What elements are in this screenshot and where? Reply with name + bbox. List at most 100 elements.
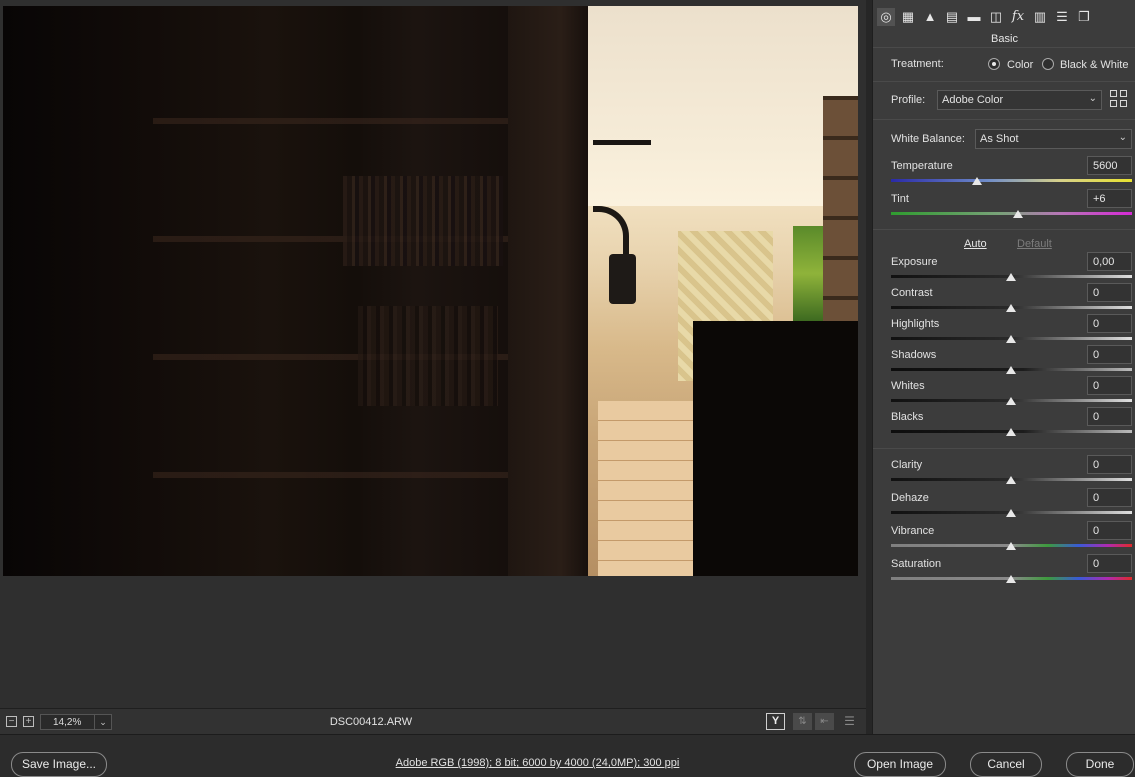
image-preview-area[interactable]	[0, 0, 866, 708]
photo-right-shelf	[823, 96, 858, 326]
contrast-slider-thumb[interactable]	[1006, 304, 1016, 312]
vibrance-input[interactable]: 0	[1087, 521, 1132, 540]
tint-value: +6	[1093, 193, 1106, 205]
tint-slider-thumb[interactable]	[1013, 210, 1023, 218]
dehaze-label: Dehaze	[891, 492, 929, 504]
dehaze-input[interactable]: 0	[1087, 488, 1132, 507]
shadows-input[interactable]: 0	[1087, 345, 1132, 364]
preview-preferences-icon[interactable]: ☰	[840, 713, 859, 730]
whites-slider-thumb[interactable]	[1006, 397, 1016, 405]
treatment-bw-label[interactable]: Black & White	[1060, 59, 1128, 71]
saturation-input[interactable]: 0	[1087, 554, 1132, 573]
highlights-value: 0	[1093, 318, 1100, 330]
contrast-value: 0	[1093, 287, 1100, 299]
before-after-toggle-icon[interactable]: Y	[766, 713, 785, 730]
temperature-slider-thumb[interactable]	[972, 177, 982, 185]
dehaze-slider-thumb[interactable]	[1006, 509, 1016, 517]
blacks-label: Blacks	[891, 411, 924, 423]
photo-tiled-floor	[598, 401, 698, 576]
basic-icon[interactable]: ◎	[877, 8, 895, 26]
exposure-label: Exposure	[891, 256, 938, 268]
chevron-down-icon: ⌄	[1118, 132, 1127, 143]
treatment-label: Treatment:	[891, 58, 944, 70]
saturation-label: Saturation	[891, 558, 942, 570]
whites-value: 0	[1093, 380, 1100, 392]
divider	[873, 47, 1135, 48]
tint-slider-track[interactable]	[891, 212, 1132, 215]
vibrance-slider-thumb[interactable]	[1006, 542, 1016, 550]
file-name: DSC00412.ARW	[329, 716, 413, 728]
photo-door-frame	[508, 6, 596, 576]
divider	[873, 119, 1135, 120]
chevron-down-icon: ⌄	[1088, 93, 1097, 104]
status-bar: − + 14,2% ⌄ DSC00412.ARW Y ⇅ ⇤ ☰	[0, 708, 866, 734]
contrast-label: Contrast	[891, 287, 933, 299]
shadows-value: 0	[1093, 349, 1100, 361]
white-balance-label: White Balance:	[891, 133, 965, 145]
copy-settings-icon[interactable]: ⇤	[815, 713, 834, 730]
split-toning-icon[interactable]: ▬	[965, 8, 983, 26]
exposure-input[interactable]: 0,00	[1087, 252, 1132, 271]
temperature-value: 5600	[1093, 160, 1118, 172]
white-balance-select[interactable]: As Shot ⌄	[975, 129, 1132, 149]
photo-dark-foreground	[693, 321, 858, 576]
shadows-label: Shadows	[891, 349, 937, 361]
highlights-input[interactable]: 0	[1087, 314, 1132, 333]
tint-input[interactable]: +6	[1087, 189, 1132, 208]
cancel-button[interactable]: Cancel	[970, 752, 1042, 777]
dialog-button-bar: Save Image... Adobe RGB (1998); 8 bit; 6…	[0, 734, 1135, 777]
profile-select[interactable]: Adobe Color ⌄	[937, 90, 1102, 110]
saturation-value: 0	[1093, 558, 1100, 570]
blacks-value: 0	[1093, 411, 1100, 423]
whites-label: Whites	[891, 380, 925, 392]
photo-books	[343, 176, 503, 266]
treatment-color-radio[interactable]	[988, 58, 1000, 70]
preview-photo[interactable]	[3, 6, 858, 576]
saturation-slider-thumb[interactable]	[1006, 575, 1016, 583]
highlights-label: Highlights	[891, 318, 940, 330]
effects-icon[interactable]: fx	[1009, 8, 1027, 26]
divider	[873, 448, 1135, 449]
open-image-button[interactable]: Open Image	[854, 752, 946, 777]
treatment-color-label[interactable]: Color	[1007, 59, 1033, 71]
presets-icon[interactable]: ☰	[1053, 8, 1071, 26]
clarity-input[interactable]: 0	[1087, 455, 1132, 474]
dehaze-value: 0	[1093, 492, 1100, 504]
temperature-slider-track[interactable]	[891, 179, 1132, 182]
exposure-value: 0,00	[1093, 256, 1115, 268]
exposure-slider-thumb[interactable]	[1006, 273, 1016, 281]
done-button[interactable]: Done	[1066, 752, 1134, 777]
vibrance-value: 0	[1093, 525, 1100, 537]
photo-books-lower	[358, 306, 498, 406]
default-link[interactable]: Default	[1017, 238, 1052, 250]
clarity-label: Clarity	[891, 459, 923, 471]
hsl-icon[interactable]: ▤	[943, 8, 961, 26]
photo-machine	[609, 254, 636, 304]
adjustment-panel: ◎ ▦ ▲ ▤ ▬ ◫ fx ▥ ☰ ❐ Basic Treatment: Co…	[872, 0, 1135, 734]
highlights-slider-thumb[interactable]	[1006, 335, 1016, 343]
photo-ceiling	[588, 6, 858, 206]
clarity-value: 0	[1093, 459, 1100, 471]
panel-tab-bar: ◎ ▦ ▲ ▤ ▬ ◫ fx ▥ ☰ ❐	[873, 4, 1135, 30]
white-balance-value: As Shot	[980, 133, 1019, 145]
temperature-input[interactable]: 5600	[1087, 156, 1132, 175]
tint-label: Tint	[891, 193, 909, 205]
photo-bar	[593, 140, 651, 145]
whites-input[interactable]: 0	[1087, 376, 1132, 395]
clarity-slider-thumb[interactable]	[1006, 476, 1016, 484]
tone-curve-icon[interactable]: ▦	[899, 8, 917, 26]
shadows-slider-thumb[interactable]	[1006, 366, 1016, 374]
auto-link[interactable]: Auto	[964, 238, 987, 250]
lens-corrections-icon[interactable]: ◫	[987, 8, 1005, 26]
blacks-slider-thumb[interactable]	[1006, 428, 1016, 436]
snapshots-icon[interactable]: ❐	[1075, 8, 1093, 26]
divider	[873, 229, 1135, 230]
camera-calibration-icon[interactable]: ▥	[1031, 8, 1049, 26]
contrast-input[interactable]: 0	[1087, 283, 1132, 302]
blacks-input[interactable]: 0	[1087, 407, 1132, 426]
treatment-bw-radio[interactable]	[1042, 58, 1054, 70]
divider	[873, 81, 1135, 82]
detail-icon[interactable]: ▲	[921, 8, 939, 26]
profile-browser-icon[interactable]	[1110, 90, 1128, 108]
swap-before-after-icon[interactable]: ⇅	[793, 713, 812, 730]
